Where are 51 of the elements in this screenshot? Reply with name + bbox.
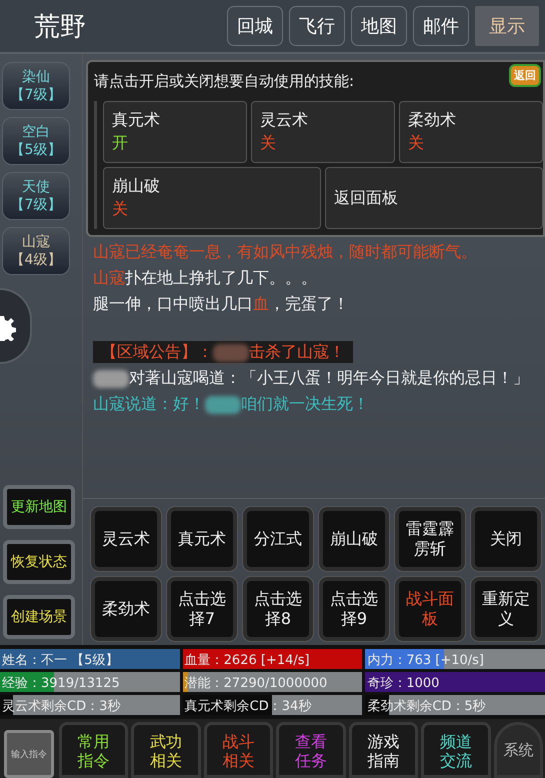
auto-skill-toggle[interactable]: 崩山破 关 xyxy=(103,167,321,229)
npc-button[interactable]: 染仙 【7级】 xyxy=(2,62,70,110)
npc-button[interactable]: 天使 【7级】 xyxy=(2,172,70,220)
announcement-message: 【区域公告】： 击杀了山寇！ xyxy=(93,341,353,363)
skill-button[interactable]: 点击选择9 xyxy=(319,577,389,641)
stat-label: 奇珍：1000 xyxy=(366,676,440,691)
menu-tab[interactable]: 常用指令 xyxy=(58,722,128,778)
header-button[interactable]: 显示 xyxy=(475,6,539,46)
header-button[interactable]: 地图 xyxy=(351,6,407,46)
menu-tab[interactable]: 武功相关 xyxy=(131,722,200,778)
log-message: 山寇说道：好！ 咱们就一决生死！ xyxy=(93,393,370,415)
panel-prompt: 请点击开启或关闭想要自动使用的技能: xyxy=(94,72,356,91)
stat-label: 血量：2626 [+14/s] xyxy=(184,653,310,668)
skill-button[interactable]: 灵云术 xyxy=(91,507,161,571)
stat-label: 姓名：不一 【5级】 xyxy=(1,653,118,668)
location-title: 荒野 xyxy=(34,10,87,44)
stat-label: 柔劲术剩余CD：5秒 xyxy=(366,699,486,714)
npc-button[interactable]: 山寇 【4级】 xyxy=(2,227,70,275)
return-panel-button[interactable]: 返回面板 xyxy=(325,167,543,229)
system-button[interactable]: 系统 xyxy=(494,722,543,778)
log-message: 山寇已经奄奄一息，有如风中残烛，随时都可能断气。 xyxy=(93,241,478,263)
skill-button[interactable]: 雷霆霹雳斩 xyxy=(395,507,465,571)
header-button[interactable]: 邮件 xyxy=(413,6,469,46)
log-message: 对著山寇喝道：「小王八蛋！明年今日就是你的忌日！」 xyxy=(93,367,539,389)
header-button[interactable]: 飞行 xyxy=(289,6,345,46)
skill-button[interactable]: 点击选择8 xyxy=(243,577,313,641)
npc-button[interactable]: 空白 【5级】 xyxy=(2,117,70,165)
skill-button[interactable]: 分江式 xyxy=(243,507,313,571)
stat-label: 真元术剩余CD：34秒 xyxy=(184,699,312,714)
side-action-button[interactable]: 恢复状态 xyxy=(3,540,75,584)
header-button[interactable]: 回城 xyxy=(227,6,283,46)
menu-tab[interactable]: 查看任务 xyxy=(276,722,346,778)
menu-tab[interactable]: 游戏指南 xyxy=(348,722,418,778)
skill-button[interactable]: 柔劲术 xyxy=(91,577,161,641)
menu-tab[interactable]: 频道交流 xyxy=(421,722,490,778)
skill-button[interactable]: 崩山破 xyxy=(319,507,389,571)
side-action-button[interactable]: 更新地图 xyxy=(3,485,75,529)
skill-button[interactable]: 关闭 xyxy=(471,507,541,571)
skill-button[interactable]: 重新定义 xyxy=(471,577,541,641)
stat-label: 灵云术剩余CD：3秒 xyxy=(1,699,120,714)
side-action-button[interactable]: 创建场景 xyxy=(3,595,75,639)
command-input-button[interactable]: 输入指令 xyxy=(4,730,54,778)
skill-button[interactable]: 战斗面板 xyxy=(395,577,465,641)
skill-button[interactable]: 真元术 xyxy=(167,507,237,571)
auto-skill-toggle[interactable]: 灵云术 关 xyxy=(251,101,395,163)
menu-tab[interactable]: 战斗相关 xyxy=(204,722,273,778)
auto-skill-toggle[interactable]: 柔劲术 关 xyxy=(399,101,543,163)
log-message: 山寇扑在地上挣扎了几下。。。 xyxy=(93,267,318,289)
log-message: 腿一伸，口中喷出几口血，完蛋了！ xyxy=(93,293,350,315)
skill-button[interactable]: 点击选择7 xyxy=(167,577,237,641)
auto-skill-toggle[interactable]: 真元术 开 xyxy=(103,101,247,163)
